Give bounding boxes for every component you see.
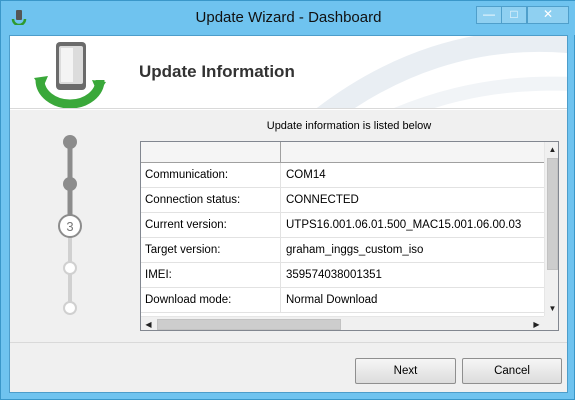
step-5-dot [63, 301, 77, 315]
row-value: CONNECTED [286, 194, 359, 206]
row-label: Download mode: [141, 288, 281, 312]
info-caption: Update information is listed below [266, 120, 432, 132]
title-bar[interactable]: Update Wizard - Dashboard — □ ✕ [1, 1, 575, 35]
scroll-down-button[interactable]: ▼ [545, 301, 558, 316]
step-3-number: 3 [66, 219, 73, 234]
table-row[interactable]: Target version: graham_inggs_custom_iso [141, 238, 544, 263]
step-1-dot [63, 135, 77, 149]
row-label: Target version: [141, 238, 281, 262]
step-2-dot [63, 177, 77, 191]
row-value: COM14 [286, 169, 326, 181]
row-label: IMEI: [141, 263, 281, 287]
row-value: graham_inggs_custom_iso [286, 244, 424, 256]
row-value: UTPS16.001.06.01.500_MAC15.001.06.00.03 [286, 219, 522, 231]
next-button[interactable]: Next [355, 358, 456, 384]
step-indicator: 3 [58, 135, 82, 315]
page-title: Update Information [139, 62, 295, 81]
header-swoosh-decoration [316, 36, 567, 108]
vertical-scrollbar[interactable]: ▲ ▼ [544, 142, 558, 316]
wizard-footer: Next Cancel [10, 342, 567, 392]
scroll-right-button[interactable]: ▶ [529, 317, 544, 330]
vertical-scroll-thumb[interactable] [547, 158, 558, 270]
step-4-dot [63, 261, 77, 275]
update-info-table[interactable]: Communication: COM14 Connection status: … [140, 141, 559, 331]
scroll-left-button[interactable]: ◀ [141, 317, 156, 330]
row-label: Communication: [141, 163, 281, 187]
table-row[interactable]: Communication: COM14 [141, 163, 544, 188]
row-value: 359574038001351 [286, 269, 382, 281]
cancel-button[interactable]: Cancel [462, 358, 562, 384]
row-label: Current version: [141, 213, 281, 237]
table-row[interactable]: IMEI: 359574038001351 [141, 263, 544, 288]
phone-update-icon [34, 42, 106, 108]
horizontal-scroll-thumb[interactable] [157, 319, 341, 330]
close-button[interactable]: ✕ [527, 6, 569, 24]
wizard-body: 3 Update information is listed below Com… [10, 110, 567, 342]
scrollbar-corner [544, 316, 558, 330]
row-value: Normal Download [286, 294, 378, 306]
row-label: Connection status: [141, 188, 281, 212]
wizard-client-area: Update Information 3 Update information … [9, 35, 568, 393]
minimize-button[interactable]: — [476, 6, 502, 24]
table-row[interactable]: Current version: UTPS16.001.06.01.500_MA… [141, 213, 544, 238]
table-header [141, 142, 544, 163]
table-row[interactable]: Download mode: Normal Download [141, 288, 544, 313]
maximize-button[interactable]: □ [501, 6, 527, 24]
column-header-label[interactable] [141, 142, 281, 162]
table-row[interactable]: Connection status: CONNECTED [141, 188, 544, 213]
update-wizard-window: Update Wizard - Dashboard — □ ✕ Update I… [0, 0, 575, 400]
wizard-header: Update Information [10, 36, 567, 109]
horizontal-scrollbar[interactable]: ◀ ▶ [141, 316, 544, 330]
scroll-up-button[interactable]: ▲ [545, 142, 558, 157]
